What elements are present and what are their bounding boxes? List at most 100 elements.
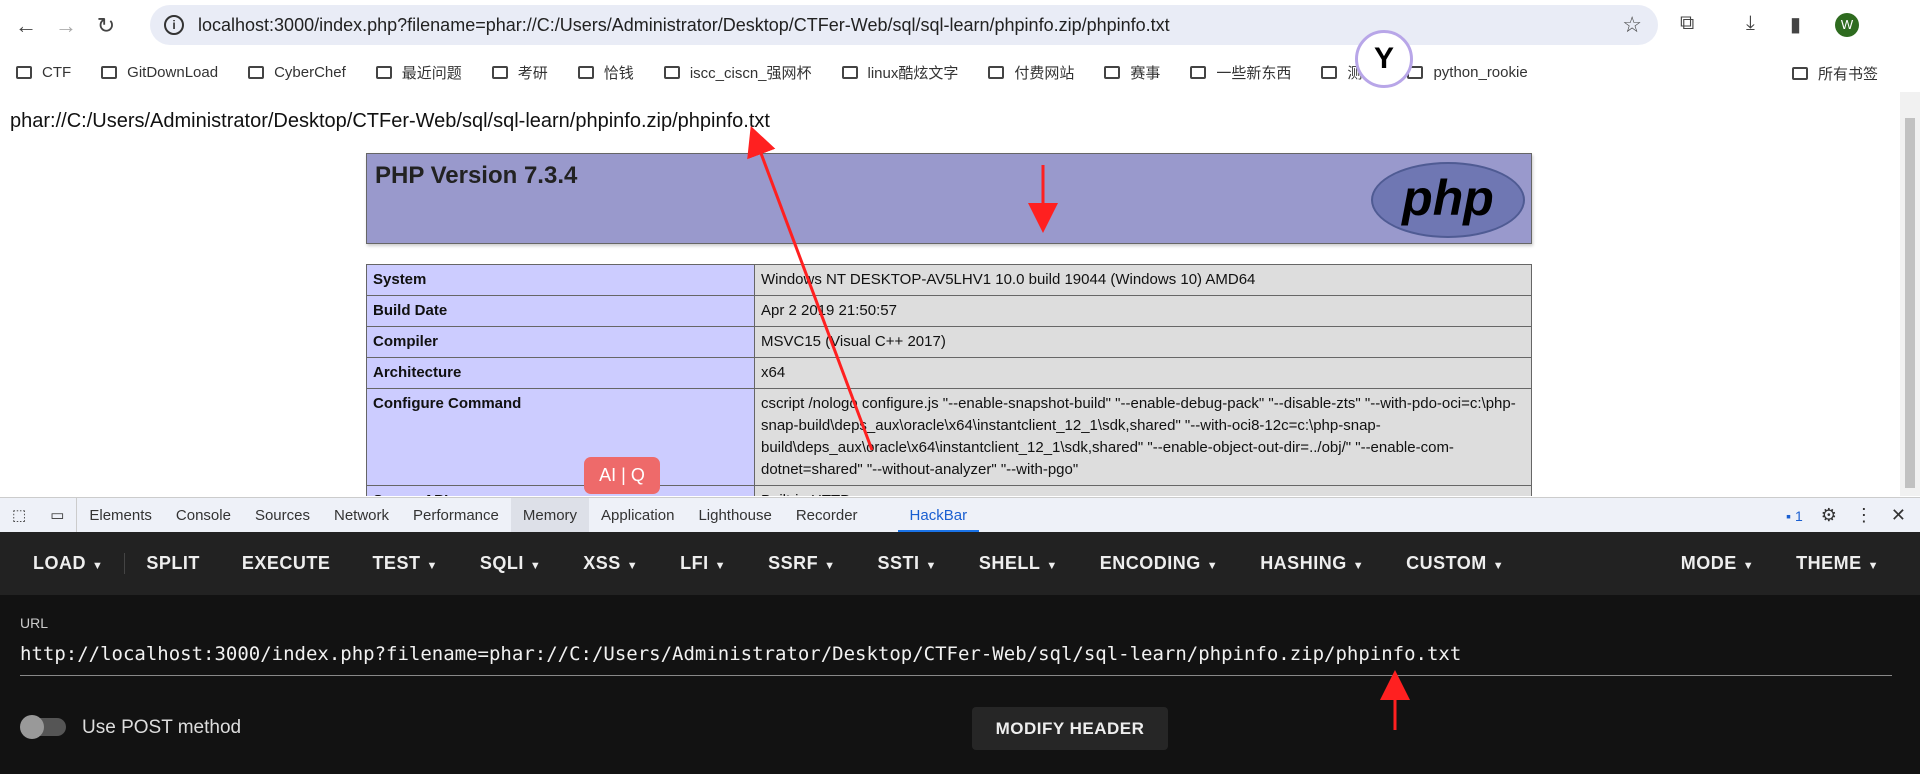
folder-icon: [1190, 65, 1207, 79]
extensions-icon[interactable]: ⧉: [1680, 12, 1694, 35]
device-toggle-icon[interactable]: ▭: [38, 497, 78, 533]
bookmark-star-icon[interactable]: ☆: [1622, 12, 1642, 38]
tab-application[interactable]: Application: [589, 498, 686, 533]
hackbar-menu-load[interactable]: LOAD ▼: [12, 553, 126, 574]
tab-hackbar[interactable]: HackBar: [897, 498, 980, 533]
hackbar-panel: URL http://localhost:3000/index.php?file…: [0, 595, 1920, 774]
bookmark-item[interactable]: CTF: [16, 64, 71, 81]
bookmark-item[interactable]: 考研: [491, 62, 548, 83]
tab-elements[interactable]: Elements: [77, 498, 164, 533]
url-input[interactable]: http://localhost:3000/index.php?filename…: [20, 643, 1461, 665]
menu-label: ENCODING: [1099, 553, 1201, 573]
row-key: Server API: [366, 485, 755, 496]
bookmark-item[interactable]: linux酷炫文字: [841, 62, 958, 83]
hackbar-menu-xss[interactable]: XSS ▼: [562, 553, 659, 574]
hackbar-menu-test[interactable]: TEST ▼: [351, 553, 458, 574]
issues-badge[interactable]: ▪ 1: [1786, 508, 1803, 524]
table-row: System Windows NT DESKTOP-AV5LHV1 10.0 bu…: [366, 264, 1532, 296]
bookmark-label: 恰钱: [603, 64, 634, 82]
row-value: MSVC15 (Visual C++ 2017): [754, 326, 1532, 358]
inspect-icon[interactable]: ⬚: [0, 498, 38, 533]
toggle-knob[interactable]: [20, 715, 44, 739]
php-logo: php: [1371, 162, 1525, 238]
chevron-down-icon: ▼: [1206, 560, 1219, 572]
menu-label: MODE: [1680, 553, 1737, 573]
site-info-icon[interactable]: i: [164, 15, 184, 35]
bookmark-item[interactable]: 恰钱: [577, 62, 634, 83]
devtools-tabbar: ⬚ ▭ Elements Console Sources Network Perform…: [0, 497, 1920, 533]
hackbar-menu-ssrf[interactable]: SSRF ▼: [747, 553, 856, 574]
avatar[interactable]: W: [1835, 13, 1859, 37]
tab-memory[interactable]: Memory: [510, 497, 590, 533]
row-value: cscript /nologo configure.js "--enable-s…: [754, 388, 1532, 486]
tab-recorder[interactable]: Recorder: [784, 498, 870, 533]
menu-label: SSTI: [877, 553, 920, 573]
tab-console[interactable]: Console: [164, 498, 243, 533]
hackbar-menu-encoding[interactable]: ENCODING ▼: [1079, 553, 1239, 574]
address-text[interactable]: localhost:3000/index.php?filename=phar:/…: [198, 15, 1170, 36]
page-scrollbar[interactable]: [1900, 92, 1920, 496]
hackbar-menu-split[interactable]: SPLIT: [125, 553, 221, 574]
table-row: Server APIBuilt-in HTTP server: [366, 485, 1532, 496]
hackbar-menu-shell[interactable]: SHELL ▼: [958, 553, 1079, 574]
folder-icon: [375, 65, 392, 79]
bookmark-label: 最近问题: [401, 64, 462, 82]
hackbar-menu-theme[interactable]: THEME ▼: [1775, 553, 1900, 574]
menu-label: EXECUTE: [241, 553, 331, 573]
hackbar-menu-mode[interactable]: MODE ▼: [1660, 553, 1775, 574]
bookmark-label: 付费网站: [1014, 64, 1075, 82]
more-options-icon[interactable]: ⋮: [1855, 505, 1873, 526]
hackbar-menu-ssti[interactable]: SSTI ▼: [856, 553, 957, 574]
ai-search-badge[interactable]: AI | Q: [584, 457, 660, 494]
side-panel-icon[interactable]: ▮: [1790, 12, 1801, 37]
bookmark-item[interactable]: CyberChef: [248, 64, 346, 81]
bookmark-item[interactable]: 最近问题: [375, 62, 462, 83]
tab-lighthouse[interactable]: Lighthouse: [686, 498, 783, 533]
bookmark-all[interactable]: 所有书签: [1791, 63, 1878, 84]
menu-label: SSRF: [768, 553, 819, 573]
row-value: Built-in HTTP server: [754, 485, 1532, 496]
bookmark-label: iscc_ciscn_强网杯: [689, 64, 812, 82]
reload-icon[interactable]: ↻: [86, 13, 126, 39]
bookmark-item[interactable]: iscc_ciscn_强网杯: [663, 62, 812, 83]
address-bar[interactable]: i localhost:3000/index.php?filename=phar…: [150, 5, 1658, 45]
hackbar-menu-sqli[interactable]: SQLI ▼: [459, 553, 562, 574]
bookmark-item[interactable]: 赛事: [1104, 62, 1160, 83]
tab-sources[interactable]: Sources: [243, 498, 322, 533]
php-version: PHP Version 7.3.4: [375, 162, 578, 189]
folder-icon: [841, 65, 858, 79]
menu-label: SQLI: [479, 553, 524, 573]
hackbar-menu-lfi[interactable]: LFI ▼: [659, 553, 747, 574]
hackbar-menu-custom[interactable]: CUSTOM ▼: [1385, 553, 1525, 574]
bookmark-item[interactable]: python_rookie: [1407, 64, 1528, 81]
chevron-down-icon: ▼: [1046, 560, 1058, 572]
post-method-label: Use POST method: [82, 717, 242, 738]
hackbar-menu-execute[interactable]: EXECUTE: [221, 553, 352, 574]
back-icon[interactable]: ←: [6, 13, 46, 39]
close-icon[interactable]: ✕: [1891, 505, 1906, 526]
extension-logo-icon[interactable]: Y: [1355, 30, 1413, 88]
chevron-down-icon: ▼: [824, 560, 836, 572]
forward-icon[interactable]: →: [46, 13, 86, 39]
folder-icon: [577, 65, 594, 79]
modify-header-button[interactable]: MODIFY HEADER: [972, 707, 1168, 750]
bookmark-item[interactable]: 付费网站: [988, 62, 1074, 83]
issues-count: 1: [1794, 507, 1803, 524]
row-value: Apr 2 2019 21:50:57: [754, 295, 1532, 327]
download-icon[interactable]: ⤓: [1746, 12, 1755, 35]
chevron-down-icon: ▼: [92, 560, 104, 572]
tab-network[interactable]: Network: [322, 498, 401, 533]
post-method-toggle[interactable]: [20, 715, 66, 739]
row-value: x64: [754, 357, 1532, 389]
bookmark-item[interactable]: GitDownLoad: [101, 64, 218, 81]
chevron-down-icon: ▼: [426, 560, 438, 572]
bookmark-item[interactable]: 一些新东西: [1190, 62, 1291, 83]
tab-performance[interactable]: Performance: [401, 498, 511, 533]
settings-gear-icon[interactable]: ⚙: [1821, 505, 1837, 526]
scrollbar-thumb[interactable]: [1905, 118, 1915, 488]
hackbar-menu-hashing[interactable]: HASHING ▼: [1239, 553, 1385, 574]
bookmarks-bar: CTF GitDownLoad CyberChef 最近问题 考研 恰钱 iscc_cisc…: [0, 54, 1920, 90]
folder-icon: [663, 65, 680, 79]
url-underline: [20, 675, 1892, 676]
folder-icon: [1104, 65, 1121, 79]
